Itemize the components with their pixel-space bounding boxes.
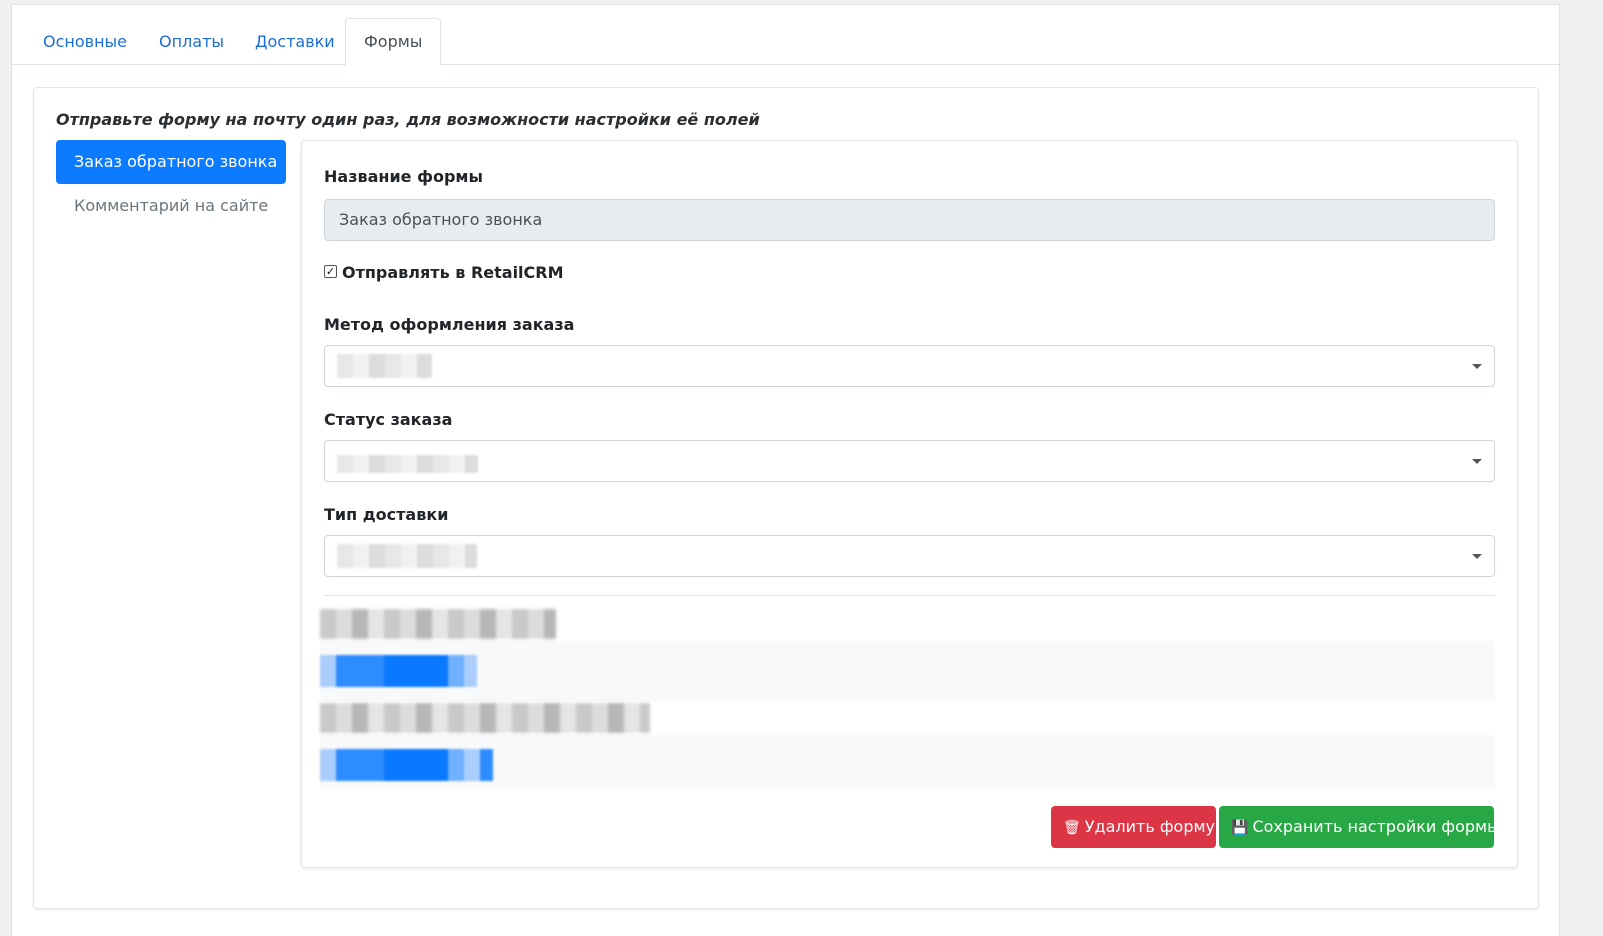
form-item-callback[interactable]: Заказ обратного звонка [56, 140, 286, 184]
chevron-down-icon [1472, 554, 1482, 559]
send-retailcrm-label: Отправлять в RetailCRM [342, 263, 564, 282]
delivery-type-label: Тип доставки [324, 505, 449, 524]
divider [324, 595, 1495, 596]
field-link-redacted[interactable] [320, 749, 493, 781]
order-status-value-redacted [337, 455, 478, 473]
order-method-label: Метод оформления заказа [324, 315, 575, 334]
chevron-down-icon [1472, 364, 1482, 369]
forms-card: Отправьте форму на почту один раз, для в… [33, 87, 1539, 909]
tab-osnovnye[interactable]: Основные [24, 18, 146, 66]
form-item-comment[interactable]: Комментарий на сайте [56, 184, 286, 228]
order-method-value-redacted [337, 354, 432, 378]
form-name-input[interactable]: Заказ обратного звонка [324, 199, 1495, 241]
field-row-band [320, 735, 1495, 789]
chevron-down-icon [1472, 459, 1482, 464]
delete-form-button[interactable]: 🗑 Удалить форму [1051, 806, 1216, 848]
save-form-button[interactable]: 💾 Сохранить настройки формы [1219, 806, 1500, 848]
tab-formy[interactable]: Формы [345, 18, 442, 66]
send-retailcrm-checkbox[interactable]: ✓ [324, 265, 337, 278]
delete-form-label: Удалить форму [1084, 817, 1216, 836]
form-settings: Название формы Заказ обратного звонка ✓ … [301, 140, 1518, 868]
floppy-disk-icon: 💾 [1231, 820, 1249, 836]
field-label-redacted [320, 609, 556, 639]
tab-dostavki[interactable]: Доставки [236, 18, 354, 66]
settings-panel: Основные Оплаты Доставки Формы Отправьте… [11, 4, 1560, 936]
forms-hint: Отправьте форму на почту один раз, для в… [56, 110, 760, 129]
field-link-redacted[interactable] [320, 655, 477, 687]
tab-bar: Основные Оплаты Доставки Формы [12, 5, 1559, 66]
save-form-label: Сохранить настройки формы [1252, 817, 1500, 836]
order-method-select[interactable] [324, 345, 1495, 387]
tab-oplaty[interactable]: Оплаты [140, 18, 243, 66]
delivery-type-select[interactable] [324, 535, 1495, 577]
delivery-type-value-redacted [337, 544, 477, 568]
form-name-label: Название формы [324, 167, 483, 186]
trash-icon: 🗑 [1063, 820, 1081, 836]
order-status-select[interactable] [324, 440, 1495, 482]
field-row-band [320, 641, 1495, 701]
field-label-redacted [320, 703, 650, 733]
order-status-label: Статус заказа [324, 410, 453, 429]
